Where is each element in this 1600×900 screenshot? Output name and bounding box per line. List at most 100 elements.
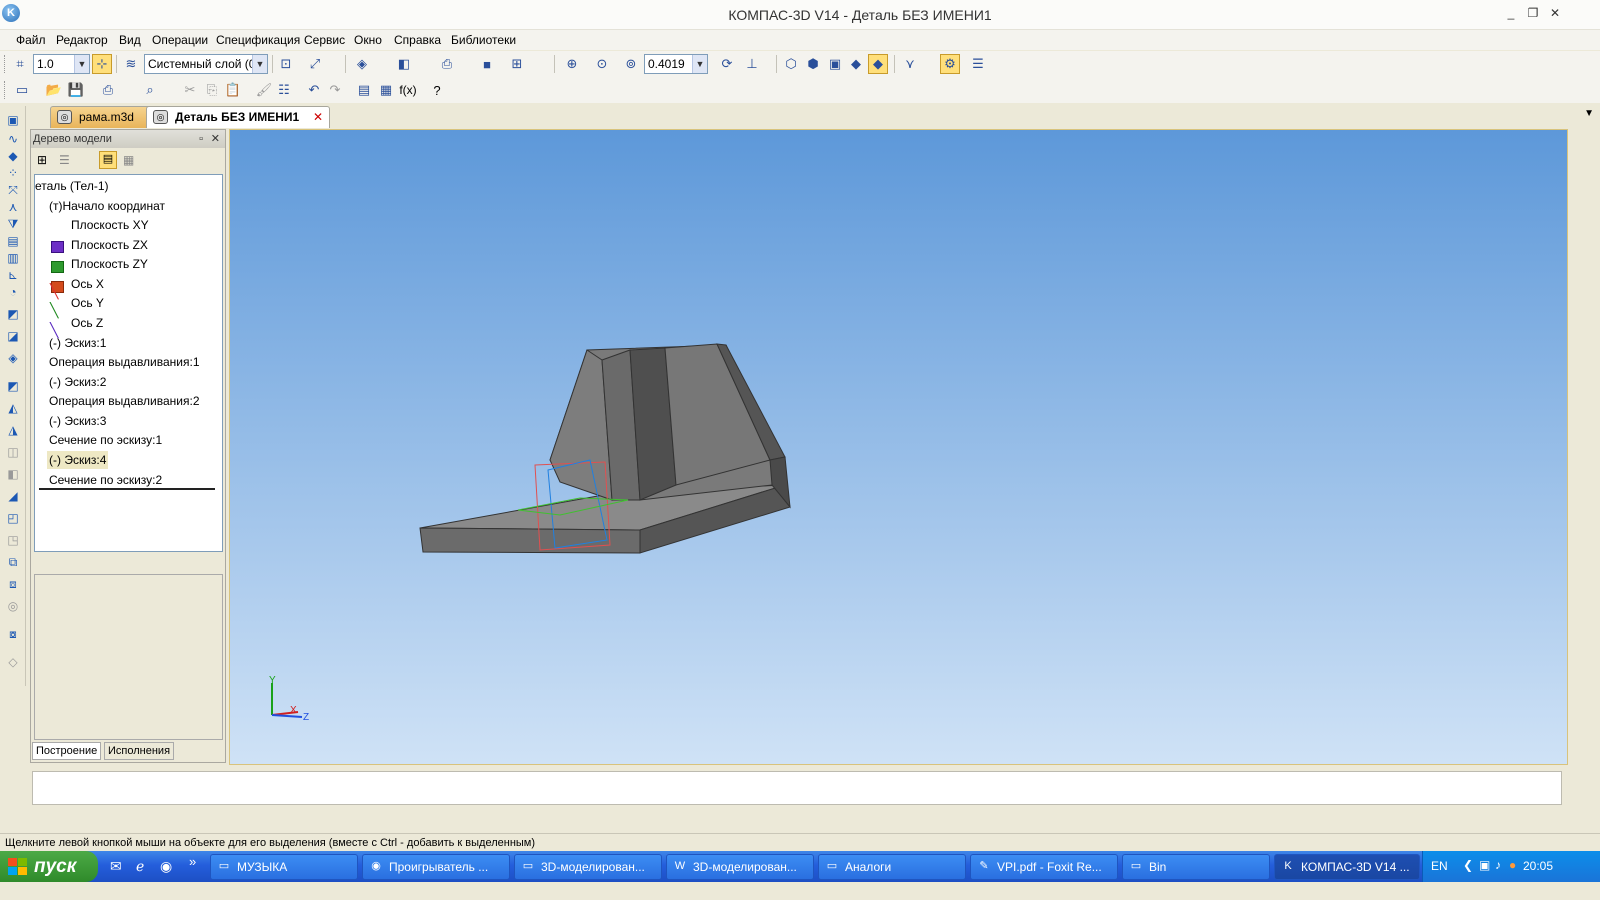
task-player[interactable]: ◉ Проигрыватель ... bbox=[362, 854, 510, 880]
tree-node-section-2[interactable]: Сечение по эскизу:2 bbox=[49, 471, 162, 489]
preview-icon[interactable]: ⌕ bbox=[140, 80, 160, 100]
filter-tools-icon[interactable]: ⧩ bbox=[4, 216, 22, 232]
thin-lines-icon[interactable]: ▣ bbox=[825, 54, 845, 74]
hidden-lines-icon[interactable]: ⬢ bbox=[803, 54, 823, 74]
tab-list-icon[interactable]: ▼ bbox=[1584, 108, 1594, 119]
task-foxit[interactable]: ✎ VPI.pdf - Foxit Re... bbox=[970, 854, 1118, 880]
chamfer-icon[interactable]: ◢ bbox=[4, 488, 22, 504]
properties-icon[interactable]: ☰ bbox=[968, 54, 988, 74]
tree-node-axis-y[interactable]: Ось Y bbox=[71, 294, 104, 312]
menu-file[interactable]: Файл bbox=[16, 33, 46, 47]
hole-icon[interactable]: ◎ bbox=[4, 598, 22, 614]
report-tools-icon[interactable]: ▥ bbox=[4, 250, 22, 266]
aux-geometry-icon[interactable]: ⤧ bbox=[4, 182, 22, 198]
tree-node-sketch-3[interactable]: (-) Эскиз:3 bbox=[49, 412, 106, 430]
model-viewport[interactable]: Y X Z bbox=[229, 129, 1568, 765]
menu-specification[interactable]: Спецификация bbox=[216, 33, 300, 47]
tab-executions[interactable]: Исполнения bbox=[104, 742, 175, 760]
rotate-icon[interactable]: ⟳ bbox=[717, 54, 737, 74]
zoom-window-icon[interactable]: ⊕ bbox=[562, 54, 582, 74]
mirror-icon[interactable]: ⧈ bbox=[4, 576, 22, 592]
local-cs-icon[interactable]: ⊡ bbox=[276, 54, 296, 74]
tree-node-extrude-1[interactable]: Операция выдавливания:1 bbox=[49, 353, 200, 371]
outlook-icon[interactable]: ✉ bbox=[110, 858, 122, 875]
zoom-all-icon[interactable]: ⊙ bbox=[592, 54, 612, 74]
task-analogs[interactable]: ▭ Аналоги bbox=[818, 854, 966, 880]
minimize-icon[interactable]: _ bbox=[1503, 7, 1519, 21]
undo-icon[interactable]: ↶ bbox=[304, 80, 324, 100]
menu-window[interactable]: Окно bbox=[354, 33, 382, 47]
rib-icon[interactable]: ◳ bbox=[4, 532, 22, 548]
start-button[interactable]: пуск bbox=[0, 851, 98, 882]
variables-icon[interactable]: f(x) bbox=[398, 80, 418, 100]
thread-icon[interactable]: ⧇ bbox=[4, 626, 22, 642]
tree-node-extrude-2[interactable]: Операция выдавливания:2 bbox=[49, 392, 200, 410]
cut-extrude-icon[interactable]: ◩ bbox=[4, 378, 22, 394]
task-music[interactable]: ▭ МУЗЫКА bbox=[210, 854, 358, 880]
spec-tools-icon[interactable]: ▤ bbox=[4, 233, 22, 249]
command-input[interactable] bbox=[32, 771, 1562, 805]
draft-icon[interactable]: ◇ bbox=[4, 654, 22, 670]
properties-list-icon[interactable]: ☷ bbox=[274, 80, 294, 100]
loft-icon[interactable]: ◈ bbox=[4, 350, 22, 366]
task-3d-modeling-1[interactable]: ▭ 3D-моделирован... bbox=[514, 854, 662, 880]
network-icon[interactable]: ▣ bbox=[1479, 858, 1490, 872]
measure-tools-icon[interactable]: ⊾ bbox=[4, 267, 22, 283]
copy-icon[interactable]: ⎘ bbox=[202, 80, 222, 100]
surface-icon[interactable]: ◧ bbox=[394, 54, 414, 74]
cut-revolve-icon[interactable]: ◭ bbox=[4, 400, 22, 416]
tree-node-plane-zy[interactable]: Плоскость ZY bbox=[71, 255, 148, 273]
menu-help[interactable]: Справка bbox=[394, 33, 441, 47]
panel-close-icon[interactable]: ✕ bbox=[211, 130, 220, 148]
layer-combo[interactable]: Системный слой (0 ▼ bbox=[144, 54, 268, 74]
tree-struct-icon[interactable]: ▦ bbox=[123, 153, 134, 167]
array-tools-icon[interactable]: ⁘ bbox=[4, 165, 22, 181]
save-icon[interactable]: 💾 bbox=[66, 80, 86, 100]
tree-node-plane-xy[interactable]: Плоскость XY bbox=[71, 216, 149, 234]
tree-order-icon[interactable]: ▤ bbox=[99, 151, 117, 169]
diagnostics-tools-icon[interactable]: ◔ bbox=[4, 284, 22, 300]
extrude-icon[interactable]: ◩ bbox=[4, 306, 22, 322]
zoom-scale-icon[interactable]: ⊚ bbox=[621, 54, 641, 74]
shaded-icon[interactable]: ◆ bbox=[846, 54, 866, 74]
menu-edit[interactable]: Редактор bbox=[56, 33, 108, 47]
zoom-combo[interactable]: 0.4019 ▼ bbox=[644, 54, 708, 74]
cut-section-icon[interactable]: ◮ bbox=[4, 422, 22, 438]
view-tools-icon[interactable]: ▣ bbox=[4, 112, 22, 128]
tree-node-plane-zx[interactable]: Плоскость ZX bbox=[71, 236, 148, 254]
step-combo[interactable]: 1.0 ▼ bbox=[33, 54, 90, 74]
tab-construction[interactable]: Построение bbox=[32, 742, 102, 760]
close-icon[interactable]: ✕ bbox=[1547, 7, 1563, 21]
tree-node-origin[interactable]: (т)Начало координат bbox=[49, 197, 165, 215]
measure-icon[interactable]: ⤢ bbox=[305, 54, 325, 74]
object-filter-icon[interactable]: ⚙ bbox=[940, 54, 960, 74]
filter-icon[interactable]: ⋎ bbox=[900, 54, 920, 74]
tree-node-sketch-2[interactable]: (-) Эскиз:2 bbox=[49, 373, 106, 391]
tree-node-section-1[interactable]: Сечение по эскизу:1 bbox=[49, 431, 162, 449]
layers-icon[interactable]: ≋ bbox=[121, 54, 141, 74]
library-icon[interactable]: ▦ bbox=[376, 80, 396, 100]
tree-node-sketch-4[interactable]: (-) Эскиз:4 bbox=[47, 451, 109, 469]
task-bin[interactable]: ▭ Bin bbox=[1122, 854, 1270, 880]
media-icon[interactable]: ◉ bbox=[160, 858, 172, 875]
tab-detail[interactable]: ◎ Деталь БЕЗ ИМЕНИ1 ✕ bbox=[146, 106, 330, 128]
context-help-icon[interactable]: ? bbox=[427, 80, 447, 100]
format-brush-icon[interactable]: 🖌 bbox=[254, 80, 274, 100]
orientation-icon[interactable]: ⊥ bbox=[742, 54, 762, 74]
cut-loft-icon[interactable]: ◫ bbox=[4, 444, 22, 460]
shaded-edges-icon[interactable]: ◆ bbox=[868, 54, 888, 74]
volume-icon[interactable]: ♪ bbox=[1495, 858, 1501, 872]
menu-service[interactable]: Сервис bbox=[304, 33, 345, 47]
open-file-icon[interactable]: 📂 bbox=[44, 80, 64, 100]
render-mode-icon[interactable]: ◈ bbox=[352, 54, 372, 74]
curve-tools-icon[interactable]: ∿ bbox=[4, 131, 22, 147]
task-kompas[interactable]: K КОМПАС-3D V14 ... bbox=[1274, 854, 1420, 880]
menu-libraries[interactable]: Библиотеки bbox=[451, 33, 516, 47]
tree-view-icon[interactable]: ⊞ bbox=[37, 153, 47, 167]
tray-app-icon[interactable]: ● bbox=[1509, 858, 1516, 872]
quicklaunch-more[interactable]: » bbox=[189, 854, 196, 869]
pattern-icon[interactable]: ⧉ bbox=[4, 554, 22, 570]
tree-node-axis-z[interactable]: Ось Z bbox=[71, 314, 103, 332]
wireframe-icon[interactable]: ⬡ bbox=[781, 54, 801, 74]
tab-rama[interactable]: ◎ рама.m3d bbox=[50, 106, 154, 128]
